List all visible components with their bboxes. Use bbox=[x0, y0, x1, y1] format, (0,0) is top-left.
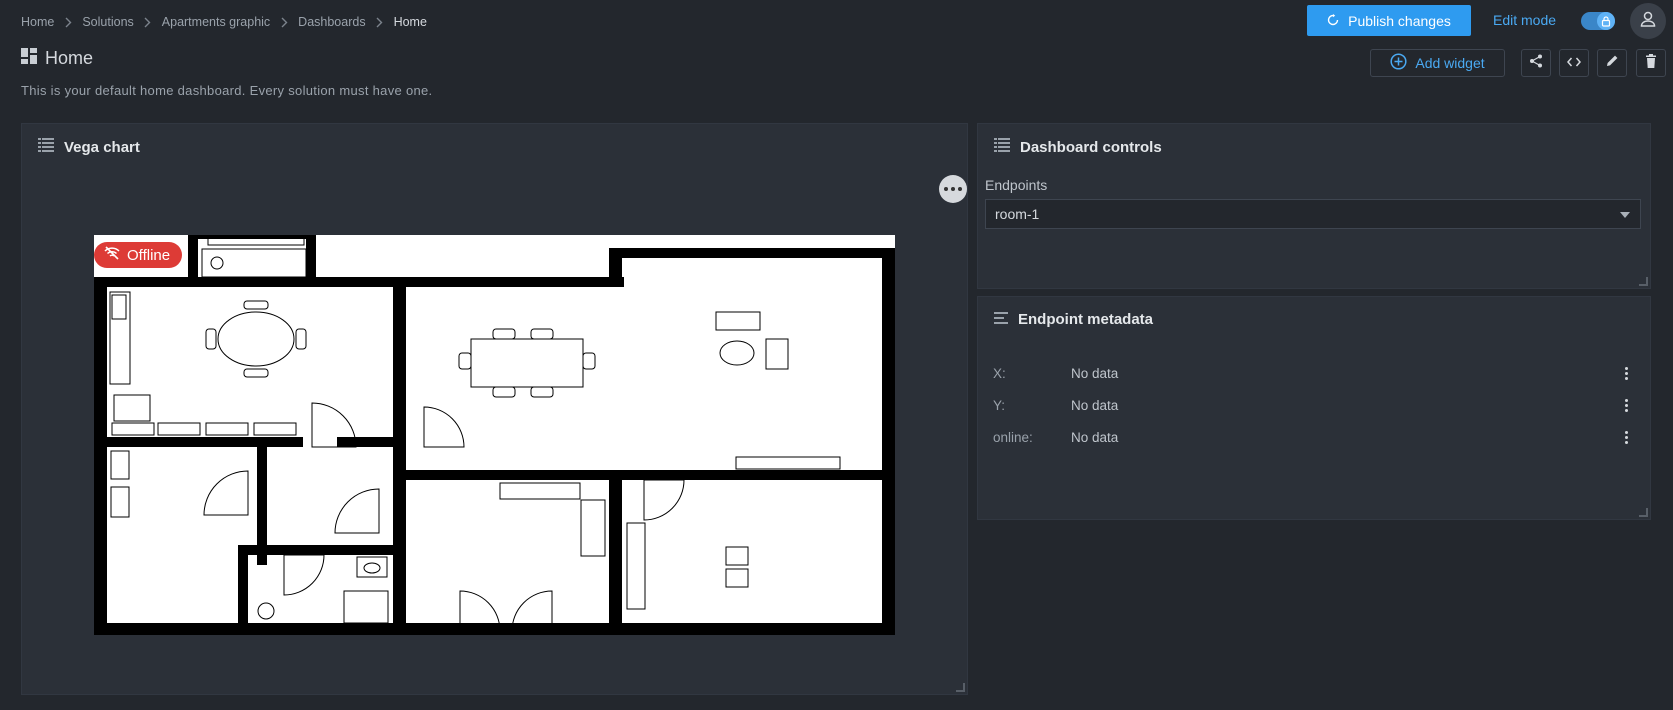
resize-handle[interactable] bbox=[956, 683, 965, 692]
endpoints-label: Endpoints bbox=[985, 177, 1048, 193]
edit-mode-toggle[interactable] bbox=[1581, 12, 1615, 30]
kebab-menu-icon[interactable] bbox=[1619, 366, 1633, 380]
embed-code-button[interactable] bbox=[1559, 49, 1589, 77]
widget-header: Vega chart bbox=[38, 138, 140, 156]
edit-mode-label: Edit mode bbox=[1493, 12, 1557, 28]
list-icon bbox=[38, 138, 54, 156]
widget-title: Dashboard controls bbox=[1020, 138, 1162, 156]
resize-handle[interactable] bbox=[1639, 508, 1648, 517]
chevron-right-icon bbox=[366, 17, 394, 28]
share-icon bbox=[1529, 54, 1543, 73]
breadcrumb-solutions[interactable]: Solutions bbox=[82, 15, 133, 29]
caret-down-icon bbox=[1620, 212, 1630, 218]
user-icon bbox=[1639, 10, 1657, 33]
metadata-value: No data bbox=[1071, 429, 1119, 445]
list-icon bbox=[994, 138, 1010, 156]
metadata-row-x: X: No data bbox=[993, 363, 1633, 383]
page-title: Home bbox=[21, 48, 93, 69]
metadata-value: No data bbox=[1071, 365, 1119, 381]
edit-dashboard-button[interactable] bbox=[1597, 49, 1627, 77]
metadata-key: Y: bbox=[993, 397, 1006, 413]
publish-changes-button[interactable]: Publish changes bbox=[1307, 5, 1471, 36]
widget-header: Endpoint metadata bbox=[994, 311, 1153, 328]
publish-changes-label: Publish changes bbox=[1348, 12, 1451, 29]
delete-dashboard-button[interactable] bbox=[1636, 49, 1666, 77]
endpoint-select-value: room-1 bbox=[995, 206, 1040, 222]
metadata-key: online: bbox=[993, 429, 1033, 445]
metadata-row-y: Y: No data bbox=[993, 395, 1633, 415]
refresh-icon bbox=[1327, 13, 1339, 29]
user-avatar-button[interactable] bbox=[1630, 3, 1666, 39]
lock-icon bbox=[1597, 12, 1615, 30]
share-button[interactable] bbox=[1521, 49, 1551, 77]
add-widget-button[interactable]: Add widget bbox=[1370, 49, 1505, 77]
endpoint-select[interactable]: room-1 bbox=[985, 199, 1641, 229]
widget-header: Dashboard controls bbox=[994, 138, 1162, 156]
breadcrumb: Home Solutions Apartments graphic Dashbo… bbox=[21, 12, 427, 32]
chevron-right-icon bbox=[270, 17, 298, 28]
kebab-menu-icon[interactable] bbox=[1619, 430, 1633, 444]
breadcrumb-dashboards[interactable]: Dashboards bbox=[298, 15, 365, 29]
chart-options-button[interactable] bbox=[939, 175, 967, 203]
dashboard-icon bbox=[21, 48, 37, 69]
widget-title: Vega chart bbox=[64, 138, 140, 156]
chevron-right-icon bbox=[54, 17, 82, 28]
trash-icon bbox=[1645, 53, 1657, 73]
more-dots-icon bbox=[944, 187, 948, 191]
floor-plan-image bbox=[94, 235, 895, 635]
kebab-menu-icon[interactable] bbox=[1619, 398, 1633, 412]
metadata-row-online: online: No data bbox=[993, 427, 1633, 447]
resize-handle[interactable] bbox=[1639, 277, 1648, 286]
metadata-key: X: bbox=[993, 365, 1006, 381]
text-lines-icon bbox=[994, 311, 1008, 328]
wifi-off-icon bbox=[104, 246, 120, 264]
breadcrumb-current: Home bbox=[393, 15, 427, 29]
page-title-text: Home bbox=[45, 48, 94, 68]
plus-circle-icon bbox=[1390, 53, 1407, 73]
add-widget-label: Add widget bbox=[1415, 55, 1485, 71]
code-icon bbox=[1567, 54, 1581, 72]
metadata-value: No data bbox=[1071, 397, 1119, 413]
breadcrumb-apartments[interactable]: Apartments graphic bbox=[162, 15, 270, 29]
status-badge-label: Offline bbox=[127, 246, 171, 264]
breadcrumb-home[interactable]: Home bbox=[21, 15, 54, 29]
status-badge: Offline bbox=[94, 242, 183, 268]
page-description: This is your default home dashboard. Eve… bbox=[21, 83, 433, 98]
widget-title: Endpoint metadata bbox=[1018, 311, 1154, 328]
pencil-icon bbox=[1606, 54, 1619, 72]
chevron-right-icon bbox=[134, 17, 162, 28]
